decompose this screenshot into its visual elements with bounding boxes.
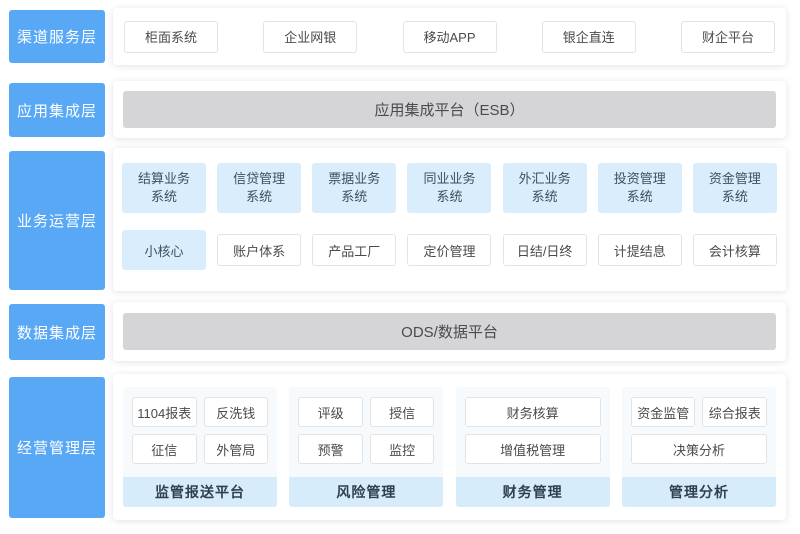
group-body: 资金监管 综合报表 决策分析 xyxy=(622,387,776,477)
mgmt-box-safe: 外管局 xyxy=(204,434,269,464)
module-box-accounting: 会计核算 xyxy=(693,234,777,266)
system-box-line1: 信贷管理 xyxy=(233,170,285,188)
group-regulatory-reporting: 1104报表 反洗钱 征信 外管局 监管报送平台 xyxy=(123,387,277,507)
group-body: 财务核算 增值税管理 xyxy=(456,387,610,477)
ods-platform-bar: ODS/数据平台 xyxy=(123,313,776,350)
system-box-line2: 系统 xyxy=(246,188,272,206)
mgmt-box-financial-accounting: 财务核算 xyxy=(465,397,601,427)
group-row: 资金监管 综合报表 xyxy=(631,397,767,427)
group-row: 征信 外管局 xyxy=(132,434,268,464)
channel-box-finance-platform: 财企平台 xyxy=(681,21,775,53)
group-title-regulatory: 监管报送平台 xyxy=(123,477,277,507)
data-layer-card: ODS/数据平台 xyxy=(113,302,786,361)
group-risk-management: 评级 授信 预警 监控 风险管理 xyxy=(289,387,443,507)
system-box-investment: 投资管理 系统 xyxy=(598,163,682,213)
system-box-forex: 外汇业务 系统 xyxy=(503,163,587,213)
group-row: 财务核算 xyxy=(465,397,601,427)
module-box-account: 账户体系 xyxy=(217,234,301,266)
mgmt-box-aml: 反洗钱 xyxy=(204,397,269,427)
channel-box-bank-direct: 银企直连 xyxy=(542,21,636,53)
mgmt-box-monitoring: 监控 xyxy=(370,434,435,464)
system-box-line1: 结算业务 xyxy=(138,170,190,188)
business-systems-row: 结算业务 系统 信贷管理 系统 票据业务 系统 同业业务 系统 外汇业务 系统 … xyxy=(122,163,777,213)
group-row: 增值税管理 xyxy=(465,434,601,464)
esb-platform-bar: 应用集成平台（ESB） xyxy=(123,91,776,128)
system-box-line2: 系统 xyxy=(151,188,177,206)
mgmt-box-warning: 预警 xyxy=(298,434,363,464)
group-management-analysis: 资金监管 综合报表 决策分析 管理分析 xyxy=(622,387,776,507)
system-box-line1: 投资管理 xyxy=(614,170,666,188)
architecture-diagram: 渠道服务层 应用集成层 业务运营层 数据集成层 经营管理层 柜面系统 企业网银 … xyxy=(0,0,800,534)
group-body: 评级 授信 预警 监控 xyxy=(289,387,443,477)
mgmt-box-rating: 评级 xyxy=(298,397,363,427)
group-row: 预警 监控 xyxy=(298,434,434,464)
system-box-credit: 信贷管理 系统 xyxy=(217,163,301,213)
system-box-line2: 系统 xyxy=(722,188,748,206)
system-box-bill: 票据业务 系统 xyxy=(312,163,396,213)
mgmt-box-credit-line: 授信 xyxy=(370,397,435,427)
channel-box-ebank: 企业网银 xyxy=(263,21,357,53)
group-row: 评级 授信 xyxy=(298,397,434,427)
system-box-line1: 外汇业务 xyxy=(519,170,571,188)
system-box-line2: 系统 xyxy=(627,188,653,206)
group-title-risk: 风险管理 xyxy=(289,477,443,507)
layer-label-data: 数据集成层 xyxy=(9,304,105,360)
business-modules-row: 小核心 账户体系 产品工厂 定价管理 日结/日终 计提结息 会计核算 xyxy=(122,230,777,270)
mgmt-box-comprehensive-report: 综合报表 xyxy=(702,397,767,427)
mgmt-box-1104-report: 1104报表 xyxy=(132,397,197,427)
layer-label-integration: 应用集成层 xyxy=(9,83,105,137)
layer-label-management: 经营管理层 xyxy=(9,377,105,518)
channel-box-mobile-app: 移动APP xyxy=(403,21,497,53)
integration-layer-card: 应用集成平台（ESB） xyxy=(113,81,786,138)
system-box-treasury: 资金管理 系统 xyxy=(693,163,777,213)
module-box-pricing: 定价管理 xyxy=(407,234,491,266)
system-box-interbank: 同业业务 系统 xyxy=(407,163,491,213)
layer-label-channel: 渠道服务层 xyxy=(9,10,105,63)
layer-label-business: 业务运营层 xyxy=(9,151,105,290)
mgmt-box-vat: 增值税管理 xyxy=(465,434,601,464)
group-body: 1104报表 反洗钱 征信 外管局 xyxy=(123,387,277,477)
group-title-analysis: 管理分析 xyxy=(622,477,776,507)
system-box-settlement: 结算业务 系统 xyxy=(122,163,206,213)
group-financial-management: 财务核算 增值税管理 财务管理 xyxy=(456,387,610,507)
mgmt-box-decision-analysis: 决策分析 xyxy=(631,434,767,464)
system-box-line1: 同业业务 xyxy=(423,170,475,188)
group-row: 决策分析 xyxy=(631,434,767,464)
system-box-line2: 系统 xyxy=(436,188,462,206)
mgmt-box-credit-ref: 征信 xyxy=(132,434,197,464)
system-box-line2: 系统 xyxy=(532,188,558,206)
module-box-eod: 日结/日终 xyxy=(503,234,587,266)
system-box-line1: 票据业务 xyxy=(328,170,380,188)
module-box-accrual: 计提结息 xyxy=(598,234,682,266)
mgmt-box-fund-supervision: 资金监管 xyxy=(631,397,696,427)
channel-layer-card: 柜面系统 企业网银 移动APP 银企直连 财企平台 xyxy=(113,8,786,65)
core-box-small-core: 小核心 xyxy=(122,230,206,270)
management-layer-card: 1104报表 反洗钱 征信 外管局 监管报送平台 评级 授信 预警 监控 xyxy=(113,374,786,520)
channel-box-counter: 柜面系统 xyxy=(124,21,218,53)
group-title-financial: 财务管理 xyxy=(456,477,610,507)
system-box-line1: 资金管理 xyxy=(709,170,761,188)
group-row: 1104报表 反洗钱 xyxy=(132,397,268,427)
system-box-line2: 系统 xyxy=(341,188,367,206)
business-layer-card: 结算业务 系统 信贷管理 系统 票据业务 系统 同业业务 系统 外汇业务 系统 … xyxy=(113,148,786,291)
module-box-product: 产品工厂 xyxy=(312,234,396,266)
